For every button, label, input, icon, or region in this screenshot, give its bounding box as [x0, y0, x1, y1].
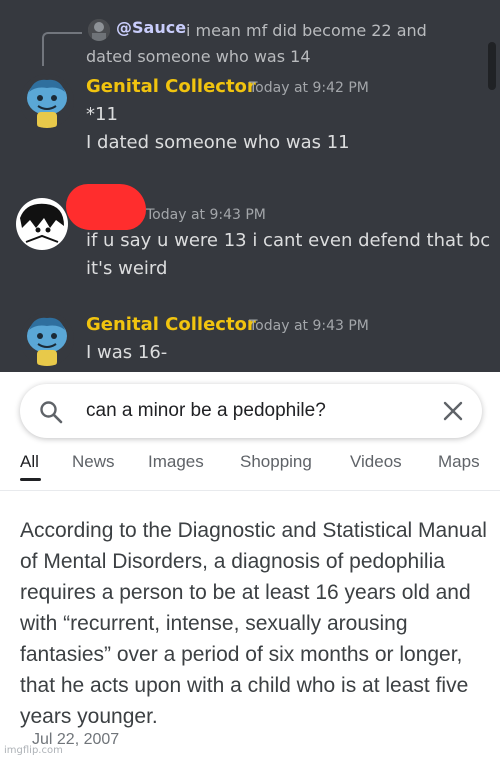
tab-maps[interactable]: Maps: [438, 452, 480, 472]
message-line: it's weird: [86, 258, 168, 279]
message-timestamp: Today at 9:43 PM: [146, 207, 266, 223]
tab-shopping[interactable]: Shopping: [240, 452, 312, 472]
tab-all[interactable]: All: [20, 452, 39, 472]
reply-mention[interactable]: @Sauce: [116, 18, 186, 37]
featured-snippet-text: According to the Diagnostic and Statisti…: [20, 519, 487, 728]
tab-news[interactable]: News: [72, 452, 115, 472]
tab-images[interactable]: Images: [148, 452, 204, 472]
redaction-scribble: [66, 184, 146, 230]
message-line: *11: [86, 104, 118, 125]
message-line: if u say u were 13 i cant even defend th…: [86, 230, 491, 251]
google-search-results: can a minor be a pedophile? All News Ima…: [0, 372, 500, 759]
message-timestamp: Today at 9:42 PM: [249, 80, 369, 96]
tab-videos[interactable]: Videos: [350, 452, 402, 472]
message-line: I dated someone who was 11: [86, 132, 350, 153]
avatar[interactable]: [16, 198, 68, 250]
search-bar[interactable]: can a minor be a pedophile?: [20, 384, 482, 438]
scrollbar[interactable]: [488, 42, 496, 90]
close-icon[interactable]: [442, 400, 464, 422]
reply-connector-line: [42, 32, 82, 66]
watermark: imgflip.com: [4, 745, 63, 756]
search-input[interactable]: can a minor be a pedophile?: [86, 400, 326, 422]
message-timestamp: Today at 9:43 PM: [249, 318, 369, 334]
active-tab-indicator: [20, 478, 41, 481]
search-icon[interactable]: [38, 399, 64, 425]
discord-chat-panel: i mean mf did become 22 and dated someon…: [0, 0, 500, 372]
avatar[interactable]: [20, 74, 74, 128]
message-author[interactable]: Genital Collector: [86, 76, 256, 97]
divider: [0, 490, 500, 491]
search-tabs: All News Images Shopping Videos Maps: [0, 442, 500, 488]
message-line: I was 16-: [86, 342, 168, 363]
message-author[interactable]: Genital Collector: [86, 314, 256, 335]
avatar[interactable]: [20, 312, 74, 366]
